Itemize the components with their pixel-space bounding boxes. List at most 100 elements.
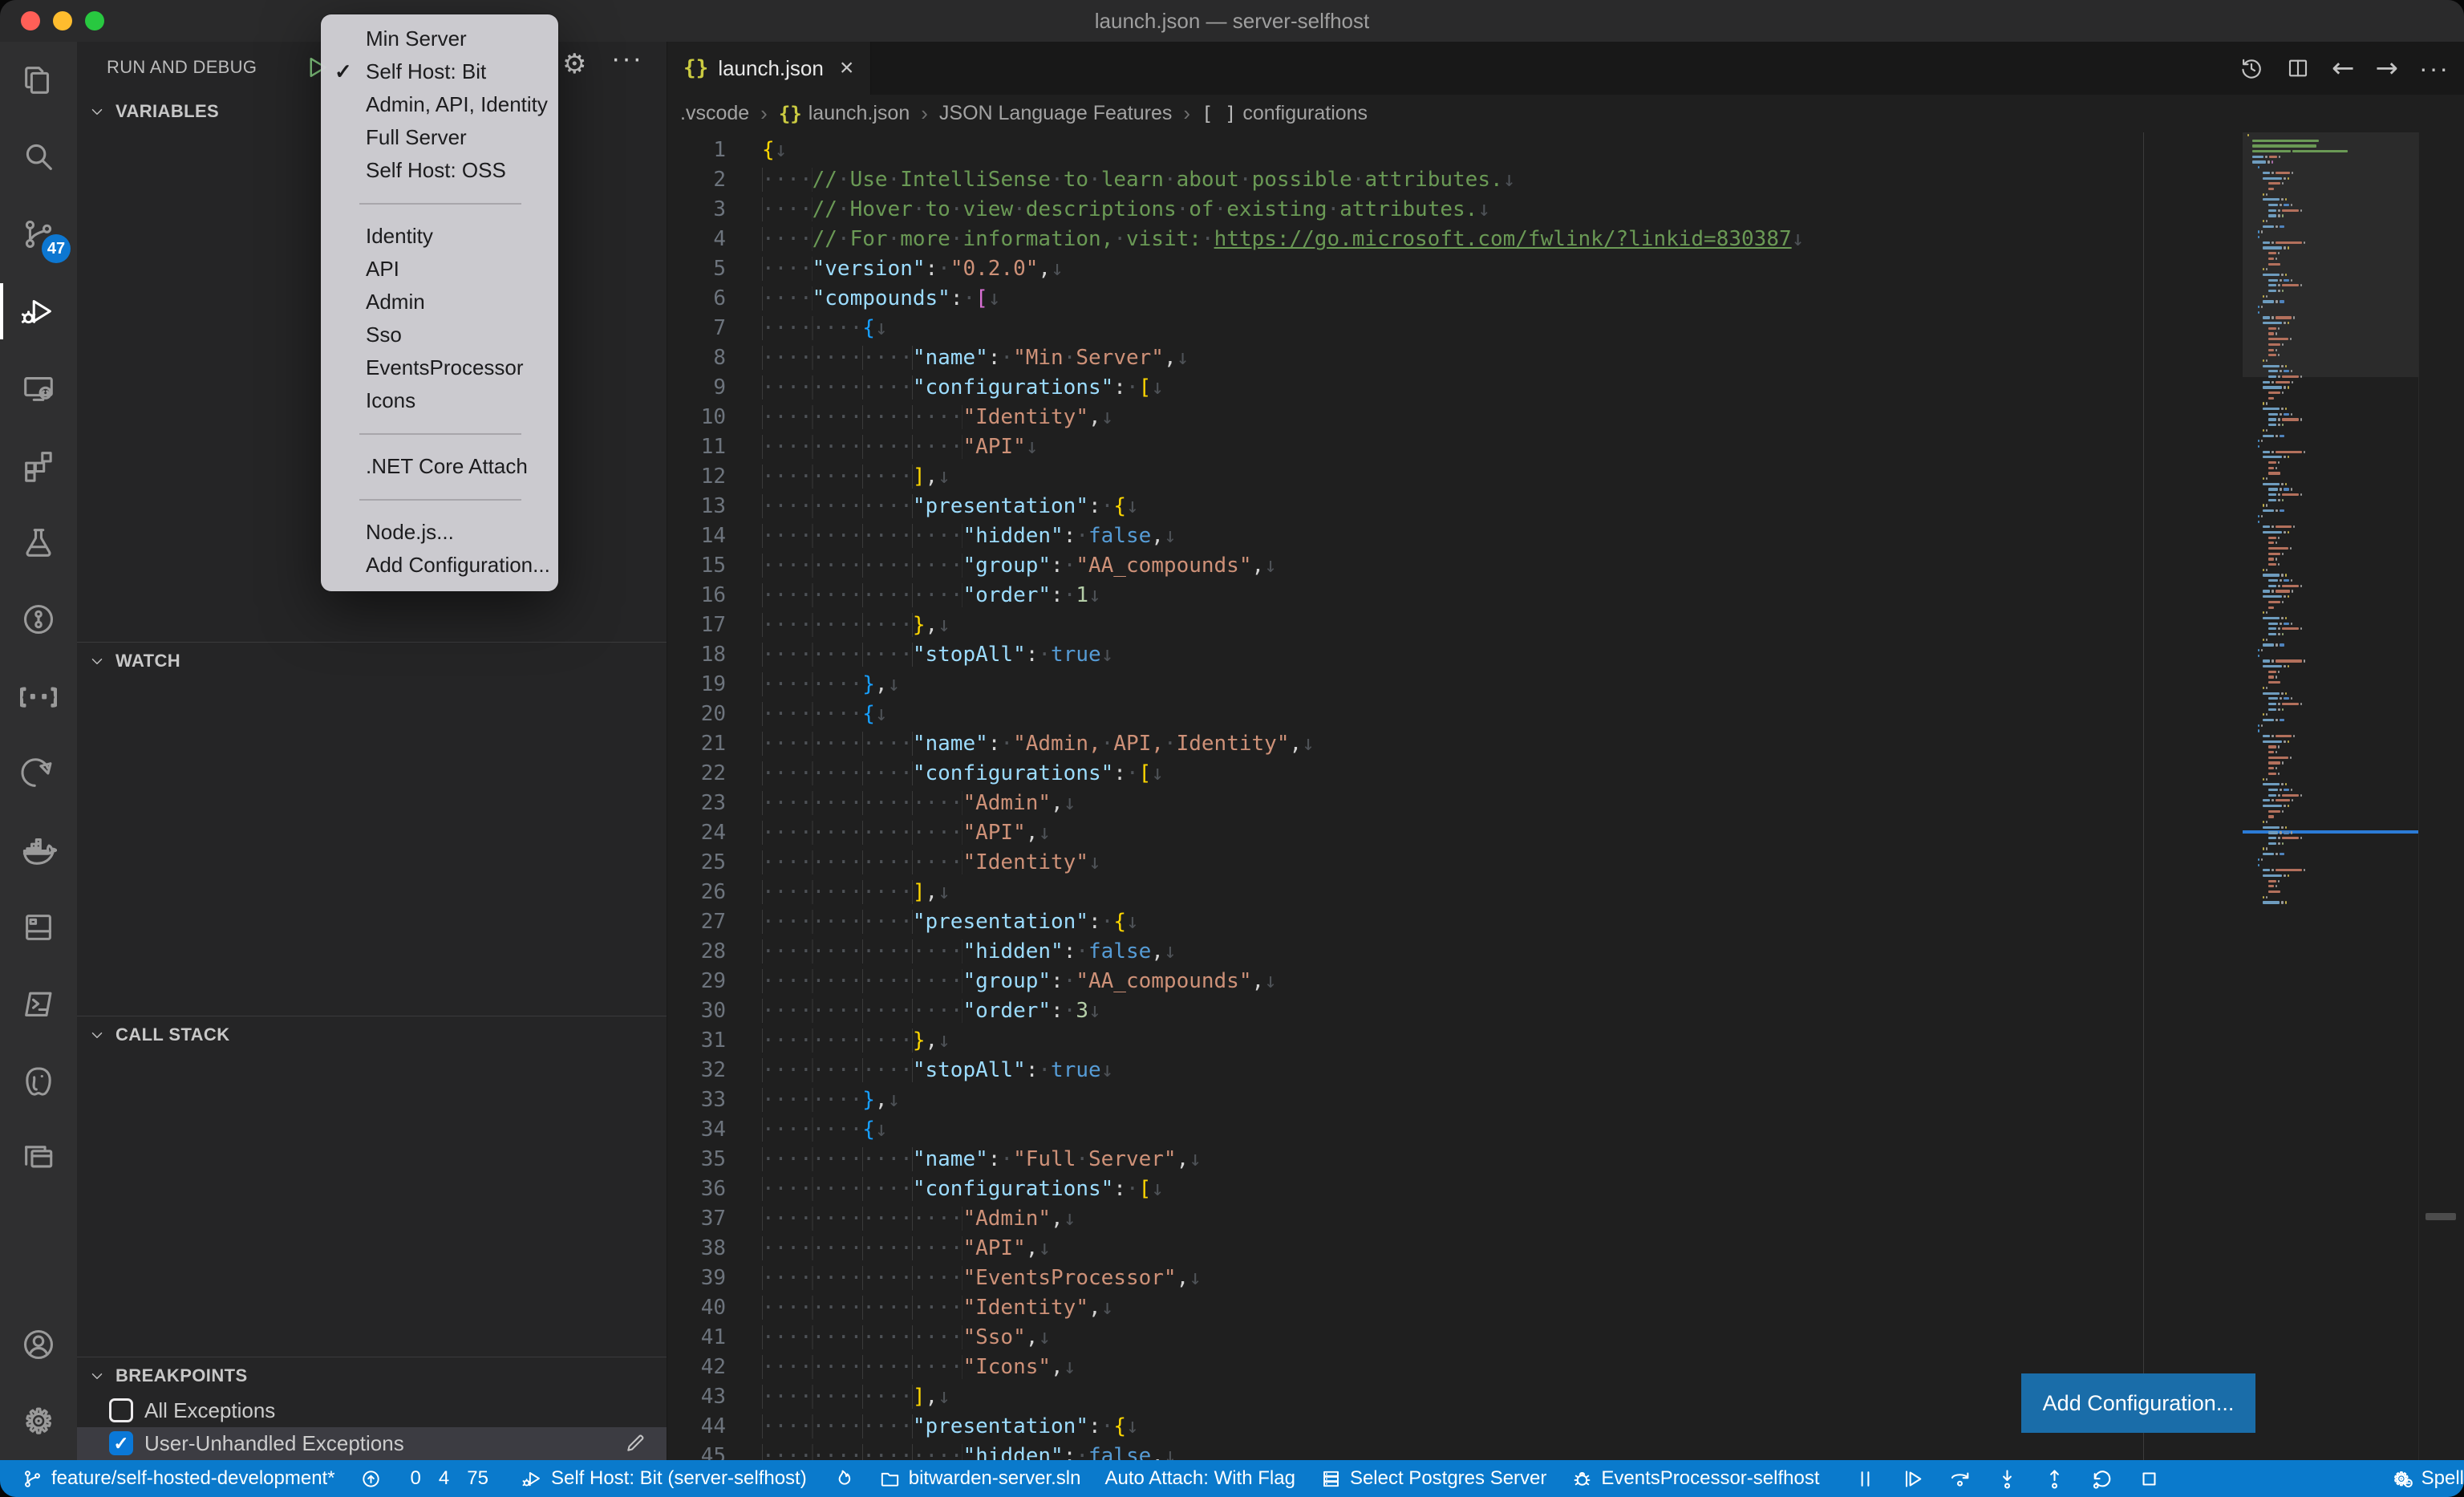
editor-scrollbar[interactable] [2418, 132, 2464, 1460]
activity-item-run-and-debug[interactable] [0, 273, 77, 350]
menu-item[interactable]: Add Configuration... [321, 549, 558, 582]
activity-item-live-share[interactable] [0, 735, 77, 812]
menu-item[interactable]: Sso [321, 318, 558, 351]
activity-item-remote-explorer[interactable] [0, 350, 77, 427]
sidebar-more-actions-icon[interactable]: ··· [611, 43, 643, 75]
breakpoints-list: All Exceptions✓User-Unhandled Exceptions [77, 1394, 667, 1460]
breakpoint-row[interactable]: ✓User-Unhandled Exceptions [77, 1427, 667, 1460]
watch-section-header[interactable]: WATCH [77, 643, 667, 680]
activity-item-explorer[interactable] [0, 42, 77, 119]
menu-item[interactable]: Node.js... [321, 516, 558, 549]
menu-item[interactable]: Identity [321, 220, 558, 253]
line-number: 30 [667, 996, 726, 1026]
status-debug-session[interactable]: EventsProcessor-selfhost [1570, 1467, 1819, 1491]
code-line: 3····//·Hover·to·view·descriptions·of·ex… [667, 195, 2243, 225]
status-publish-changes[interactable] [359, 1467, 383, 1491]
menu-item[interactable]: Full Server [321, 121, 558, 154]
activity-item-search[interactable] [0, 119, 77, 196]
window-layout-icon [20, 1140, 57, 1177]
line-number: 32 [667, 1056, 726, 1085]
activity-item-docker[interactable] [0, 812, 77, 889]
menu-item[interactable]: Self Host: OSS [321, 154, 558, 187]
line-number: 13 [667, 492, 726, 521]
code-line: 5····"version":·"0.2.0",↓ [667, 254, 2243, 284]
breadcrumb-item[interactable]: [ ]configurations [1202, 102, 1368, 125]
debug-step-over-icon[interactable] [1947, 1467, 1972, 1491]
activity-item-terminal[interactable] [0, 966, 77, 1043]
menu-item[interactable]: ✓Self Host: Bit [321, 55, 558, 88]
menu-item[interactable]: Admin, API, Identity [321, 88, 558, 121]
debug-restart-icon[interactable] [2089, 1467, 2114, 1491]
activity-bar: 47 {··} ⚙ [0, 42, 77, 1460]
tab-launch-json[interactable]: {} launch.json × [667, 42, 871, 95]
line-number: 44 [667, 1412, 726, 1442]
menu-item[interactable]: Min Server [321, 22, 558, 55]
line-number: 25 [667, 848, 726, 878]
breakpoints-section: BREAKPOINTS All Exceptions✓User-Unhandle… [77, 1357, 667, 1460]
menu-item[interactable]: Icons [321, 384, 558, 417]
line-number: 24 [667, 818, 726, 848]
activity-item-window-layout[interactable] [0, 1120, 77, 1197]
activity-item-object-browser[interactable]: {··} [0, 658, 77, 735]
activity-item-account[interactable] [0, 1306, 77, 1383]
line-number: 2 [667, 165, 726, 195]
vscode-window: launch.json — server-selfhost 47{··}⚙ RU… [0, 0, 2464, 1497]
debug-continue-icon[interactable] [1900, 1467, 1925, 1491]
line-number: 3 [667, 195, 726, 225]
edit-condition-icon[interactable] [623, 1431, 647, 1455]
code-line: 38················"API",↓ [667, 1234, 2243, 1264]
line-number: 38 [667, 1234, 726, 1264]
checkbox-checked[interactable]: ✓ [109, 1431, 133, 1455]
debug-toolbar [1853, 1467, 2162, 1491]
line-number: 14 [667, 521, 726, 551]
code-line: 4····//·For·more·information,·visit:·htt… [667, 225, 2243, 254]
activity-item-source-control[interactable]: 47 [0, 196, 77, 273]
debug-step-into-icon[interactable] [1995, 1467, 2020, 1491]
bug-icon [1570, 1467, 1594, 1491]
breakpoint-row[interactable]: All Exceptions [77, 1394, 667, 1427]
status-hot-reload[interactable] [831, 1467, 854, 1491]
code-line: 28················"hidden":·false,↓ [667, 937, 2243, 967]
status-postgres-server[interactable]: Select Postgres Server [1319, 1467, 1546, 1491]
breadcrumb-item[interactable]: {}launch.json [779, 102, 910, 125]
line-number: 10 [667, 403, 726, 432]
editor-more-actions-icon[interactable]: ··· [2419, 54, 2450, 83]
menu-item[interactable]: EventsProcessor [321, 351, 558, 384]
menu-item[interactable]: .NET Core Attach [321, 450, 558, 483]
activity-item-testing[interactable] [0, 504, 77, 581]
breadcrumb-item[interactable]: JSON Language Features [939, 102, 1172, 125]
minimap[interactable] [2243, 132, 2419, 1460]
call-stack-section-header[interactable]: CALL STACK [77, 1016, 667, 1053]
status-git-branch[interactable]: feature/self-hosted-development* [21, 1467, 335, 1491]
add-configuration-button[interactable]: Add Configuration... [2021, 1373, 2255, 1433]
split-editor-icon[interactable] [2285, 55, 2311, 81]
activity-item-gitlens[interactable] [0, 581, 77, 658]
activity-item-settings[interactable]: ⚙ [0, 1383, 77, 1460]
activity-item-extensions[interactable] [0, 427, 77, 504]
status-debug-configuration[interactable]: Self Host: Bit (server-selfhost) [521, 1467, 807, 1491]
checkbox-unchecked[interactable] [109, 1398, 133, 1422]
status-spell-checker[interactable]: ⚙Spell [2391, 1467, 2464, 1491]
breakpoints-section-header[interactable]: BREAKPOINTS [77, 1357, 667, 1394]
code-line: 22············"configurations":·[↓ [667, 759, 2243, 789]
menu-item[interactable]: API [321, 253, 558, 286]
menu-separator [321, 483, 558, 516]
close-tab-icon[interactable]: × [840, 55, 854, 82]
status-auto-attach[interactable]: Auto Attach: With Flag [1104, 1467, 1295, 1490]
timeline-history-icon[interactable] [2239, 55, 2264, 81]
breadcrumb-item[interactable]: .vscode [680, 102, 749, 125]
navigate-back-icon[interactable]: ← [2332, 52, 2355, 84]
code-editor[interactable]: 1{↓2····//·Use·IntelliSense·to·learn·abo… [667, 132, 2243, 1460]
breadcrumb-symbol-icon: {} [779, 103, 802, 125]
menu-item[interactable]: Admin [321, 286, 558, 318]
debug-stop-icon[interactable] [2137, 1467, 2162, 1491]
debug-step-out-icon[interactable] [2042, 1467, 2067, 1491]
activity-item-postgresql[interactable] [0, 1043, 77, 1120]
activity-item-storage[interactable] [0, 889, 77, 966]
svg-text:⚙: ⚙ [24, 1403, 53, 1439]
status-solution[interactable]: bitwarden-server.sln [878, 1467, 1081, 1491]
status-problems[interactable]: 0475 [407, 1467, 496, 1490]
debug-settings-gear-icon[interactable]: ⚙ [562, 48, 587, 80]
debug-pause-icon[interactable] [1853, 1467, 1878, 1491]
navigate-forward-icon[interactable]: → [2376, 52, 2399, 84]
